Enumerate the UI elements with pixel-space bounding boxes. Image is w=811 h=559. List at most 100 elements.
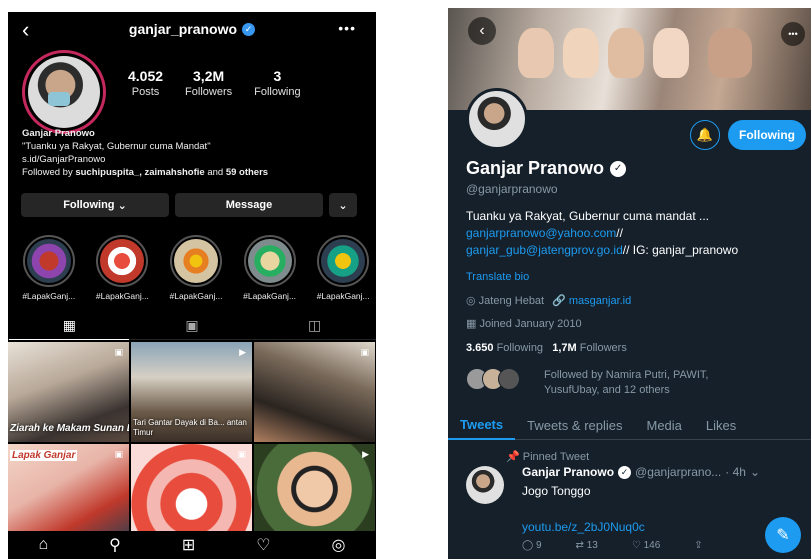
reel-icon: ▣ bbox=[114, 449, 123, 459]
pinned-tweet-label: 📌 Pinned Tweet bbox=[506, 450, 589, 463]
tw-profile-meta: ◎ Jateng Hebat 🔗 masganjar.id bbox=[466, 294, 631, 307]
chevron-down-icon[interactable]: ⌄ bbox=[750, 465, 760, 479]
translate-bio-link[interactable]: Translate bio bbox=[466, 271, 529, 283]
tw-bio-email-link[interactable]: ganjarpranowo@yahoo.com bbox=[466, 226, 616, 240]
tweet-text: Jogo Tonggo bbox=[522, 484, 591, 498]
suggested-accounts-button[interactable]: ⌄ bbox=[329, 193, 357, 217]
notification-bell-icon[interactable]: 🔔 bbox=[690, 120, 720, 150]
reply-button[interactable]: ◯ 9 bbox=[522, 540, 542, 551]
ig-stat-posts[interactable]: 4.052 Posts bbox=[128, 68, 163, 98]
search-icon[interactable]: ⚲ bbox=[109, 535, 121, 555]
follower-avatars bbox=[466, 368, 520, 390]
tab-tweets-replies[interactable]: Tweets & replies bbox=[515, 412, 634, 440]
ig-stat-followers[interactable]: 3,2M Followers bbox=[185, 68, 232, 98]
add-post-icon[interactable]: ⊞ bbox=[182, 535, 195, 555]
tw-bio-separator: // bbox=[616, 226, 623, 240]
tab-media[interactable]: Media bbox=[634, 412, 693, 440]
tw-display-name: Ganjar Pranowo ✓ bbox=[466, 158, 627, 179]
retweet-icon: ⇄ bbox=[575, 540, 584, 551]
post-tile[interactable]: ▶ bbox=[254, 444, 375, 544]
tweet-link[interactable]: youtu.be/z_2bJ0Nuq0c bbox=[522, 520, 645, 534]
following-count-label: Following bbox=[493, 342, 544, 354]
ig-stat-following[interactable]: 3 Following bbox=[254, 68, 300, 98]
website-link[interactable]: masganjar.id bbox=[569, 295, 631, 307]
highlight-item[interactable]: #LapakGanj... bbox=[310, 235, 376, 301]
following-count[interactable]: 3.650 Following bbox=[466, 342, 543, 354]
tw-name-text: Ganjar Pranowo bbox=[466, 158, 605, 178]
chevron-down-icon: ⌄ bbox=[117, 199, 127, 212]
post-tile[interactable]: ▣ bbox=[254, 342, 375, 442]
highlight-item[interactable]: #LapakGanj... bbox=[90, 235, 156, 301]
twitter-profile-screen: ‹ ••• 🔔 Following Ganjar Pranowo ✓ @ganj… bbox=[448, 8, 811, 559]
tab-grid[interactable]: ▦ bbox=[9, 312, 130, 340]
stat-label: Posts bbox=[131, 86, 160, 98]
post-tile[interactable]: ▣ bbox=[131, 444, 252, 544]
tw-handle: @ganjarpranowo bbox=[466, 182, 558, 196]
ig-stats: 4.052 Posts 3,2M Followers 3 Following bbox=[128, 68, 301, 98]
profile-icon[interactable]: ◎ bbox=[332, 535, 346, 555]
highlight-image bbox=[26, 239, 71, 283]
retweet-button[interactable]: ⇄ 13 bbox=[576, 540, 598, 551]
verified-icon: ✓ bbox=[618, 465, 632, 479]
heart-icon: ♡ bbox=[631, 540, 641, 551]
reel-icon: ▣ bbox=[237, 449, 246, 459]
avatar-image bbox=[28, 56, 100, 128]
more-options-icon[interactable]: ••• bbox=[781, 22, 805, 46]
tweet-avatar[interactable] bbox=[466, 466, 504, 504]
followers-count[interactable]: 1,7M Followers bbox=[552, 342, 627, 354]
reply-icon: ◯ bbox=[522, 540, 534, 551]
back-icon[interactable]: ‹ bbox=[468, 17, 496, 45]
tw-follow-counts: 3.650 Following 1,7M Followers bbox=[466, 342, 627, 354]
tab-tweets[interactable]: Tweets bbox=[448, 412, 516, 440]
tweet-author-name: Ganjar Pranowo bbox=[522, 465, 615, 479]
ig-bio-link[interactable]: s.id/GanjarPranowo bbox=[22, 153, 366, 166]
website[interactable]: 🔗 masganjar.id bbox=[552, 294, 631, 307]
ig-profile-avatar[interactable] bbox=[22, 50, 106, 134]
post-tile[interactable]: ▶ Tari Gantar Dayak di Ba... antan Timur bbox=[131, 342, 252, 442]
following-label: Following bbox=[739, 128, 795, 142]
compose-tweet-button[interactable]: ✎ bbox=[765, 517, 801, 553]
message-button[interactable]: Message bbox=[175, 193, 323, 217]
back-icon[interactable]: ‹ bbox=[22, 17, 29, 43]
tw-bio-email2-link[interactable]: ganjar_gub@jatengprov.go.id bbox=[466, 243, 623, 257]
tab-tagged[interactable]: ◫ bbox=[255, 312, 375, 340]
post-tile[interactable]: ▣ Ziarah ke Makam Sunan Bajagung bbox=[8, 342, 129, 442]
tab-likes[interactable]: Likes bbox=[694, 412, 748, 440]
location-icon: ◎ bbox=[466, 295, 476, 307]
like-button[interactable]: ♡ 146 bbox=[632, 540, 660, 551]
followed-by[interactable]: Followed by Namira Putri, PAWIT, YusufUb… bbox=[466, 368, 754, 398]
ig-username-text: ganjar_pranowo bbox=[128, 21, 238, 37]
post-caption: Ziarah ke Makam Sunan Bajagung bbox=[10, 423, 129, 434]
joined-text: Joined January 2010 bbox=[479, 318, 582, 330]
highlight-item[interactable]: #LapakGanj... bbox=[237, 235, 303, 301]
post-tile[interactable]: ▣ Lapak Ganjar bbox=[8, 444, 129, 544]
ig-content-tabs: ▦ ▣ ◫ bbox=[8, 312, 376, 340]
stat-label: Followers bbox=[185, 86, 233, 98]
following-button[interactable]: Following ⌄ bbox=[21, 193, 169, 217]
share-button[interactable]: ⇪ bbox=[694, 540, 702, 551]
home-icon[interactable]: ⌂ bbox=[38, 536, 48, 554]
avatar bbox=[498, 368, 520, 390]
ig-username: ganjar_pranowo ✓ bbox=[128, 21, 256, 37]
heart-icon[interactable]: ♡ bbox=[256, 535, 270, 555]
tweet-actions: ◯ 9 ⇄ 13 ♡ 146 ⇪ bbox=[522, 540, 703, 551]
reel-icon: ▣ bbox=[360, 347, 369, 357]
highlight-image bbox=[321, 239, 366, 283]
more-options-icon[interactable]: ••• bbox=[338, 20, 356, 36]
location-text: Jateng Hebat bbox=[478, 295, 545, 307]
tab-igtv[interactable]: ▣ bbox=[132, 312, 252, 340]
message-label: Message bbox=[225, 199, 273, 211]
tw-profile-avatar[interactable] bbox=[466, 88, 528, 150]
followed-suffix: and bbox=[204, 167, 226, 178]
ig-followed-by[interactable]: Followed by suchipuspita_, zaimahshofie … bbox=[22, 166, 366, 179]
highlight-item[interactable]: #LapakGanj... bbox=[163, 235, 229, 301]
post-caption: Lapak Ganjar bbox=[10, 450, 78, 461]
instagram-profile-screen: ‹ ganjar_pranowo ✓ ••• 4.052 Posts 3,2M … bbox=[8, 12, 376, 559]
verified-icon: ✓ bbox=[610, 160, 627, 177]
tweet-time: · 4h bbox=[725, 465, 746, 479]
following-button[interactable]: Following bbox=[728, 120, 806, 150]
followed-by-text: Followed by Namira Putri, PAWIT, YusufUb… bbox=[544, 369, 709, 396]
compose-icon: ✎ bbox=[776, 527, 790, 544]
highlight-item[interactable]: #LapakGanj... bbox=[16, 235, 82, 301]
ig-bio: Ganjar Pranowo "Tuanku ya Rakyat, Gubern… bbox=[22, 127, 366, 179]
